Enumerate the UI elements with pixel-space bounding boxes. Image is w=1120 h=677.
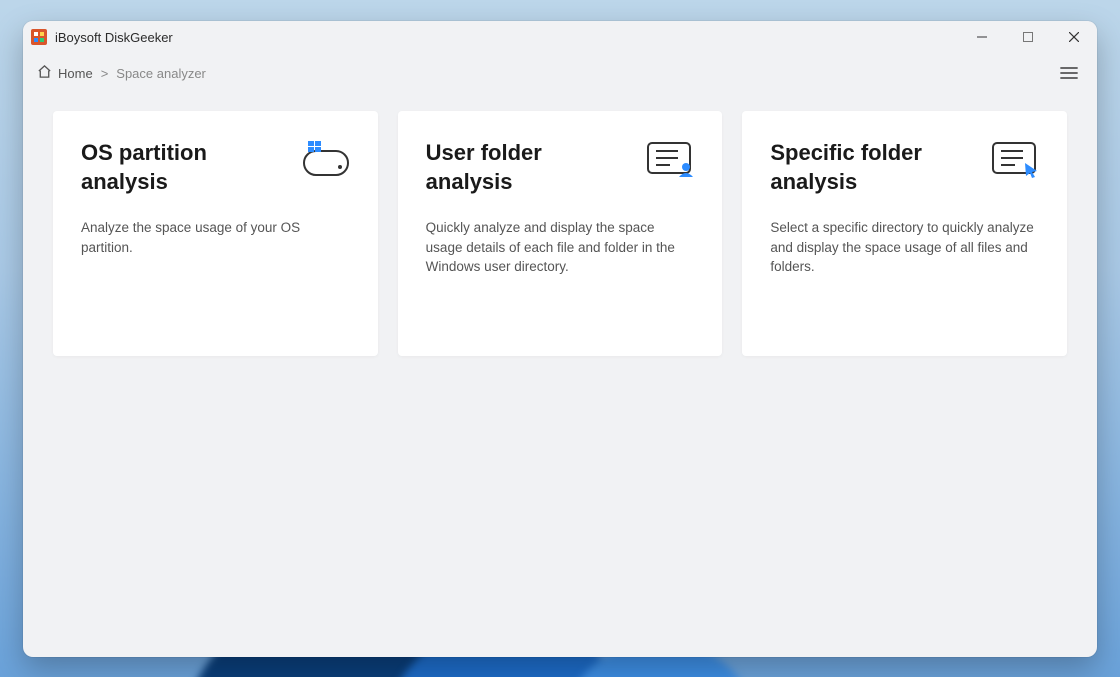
home-icon (37, 64, 52, 82)
breadcrumb-home-label: Home (58, 66, 93, 81)
minimize-button[interactable] (959, 21, 1005, 53)
card-description: Select a specific directory to quickly a… (770, 218, 1039, 277)
disk-icon (302, 139, 350, 179)
app-window: iBoysoft DiskGeeker Home > Space (23, 21, 1097, 657)
maximize-button[interactable] (1005, 21, 1051, 53)
app-title: iBoysoft DiskGeeker (55, 30, 173, 45)
card-specific-folder-analysis[interactable]: Specific folder analysis Select a specif… (742, 111, 1067, 356)
card-title: OS partition analysis (81, 139, 271, 196)
select-list-icon (991, 139, 1039, 179)
card-header: User folder analysis (426, 139, 695, 196)
card-user-folder-analysis[interactable]: User folder analysis Quickly analyze and… (398, 111, 723, 356)
content-area: OS partition analysis Analyze (23, 93, 1097, 657)
card-os-partition-analysis[interactable]: OS partition analysis Analyze (53, 111, 378, 356)
card-header: OS partition analysis (81, 139, 350, 196)
app-icon (31, 29, 47, 45)
close-button[interactable] (1051, 21, 1097, 53)
breadcrumb-home[interactable]: Home (37, 64, 93, 82)
card-description: Analyze the space usage of your OS parti… (81, 218, 350, 257)
user-list-icon (646, 139, 694, 179)
window-controls (959, 21, 1097, 53)
card-description: Quickly analyze and display the space us… (426, 218, 695, 277)
breadcrumb-bar: Home > Space analyzer (23, 53, 1097, 93)
card-title: Specific folder analysis (770, 139, 960, 196)
breadcrumb-current: Space analyzer (116, 66, 206, 81)
menu-button[interactable] (1055, 59, 1083, 87)
card-title: User folder analysis (426, 139, 616, 196)
title-bar: iBoysoft DiskGeeker (23, 21, 1097, 53)
card-header: Specific folder analysis (770, 139, 1039, 196)
card-row: OS partition analysis Analyze (53, 111, 1067, 356)
breadcrumb-separator: > (101, 66, 109, 81)
